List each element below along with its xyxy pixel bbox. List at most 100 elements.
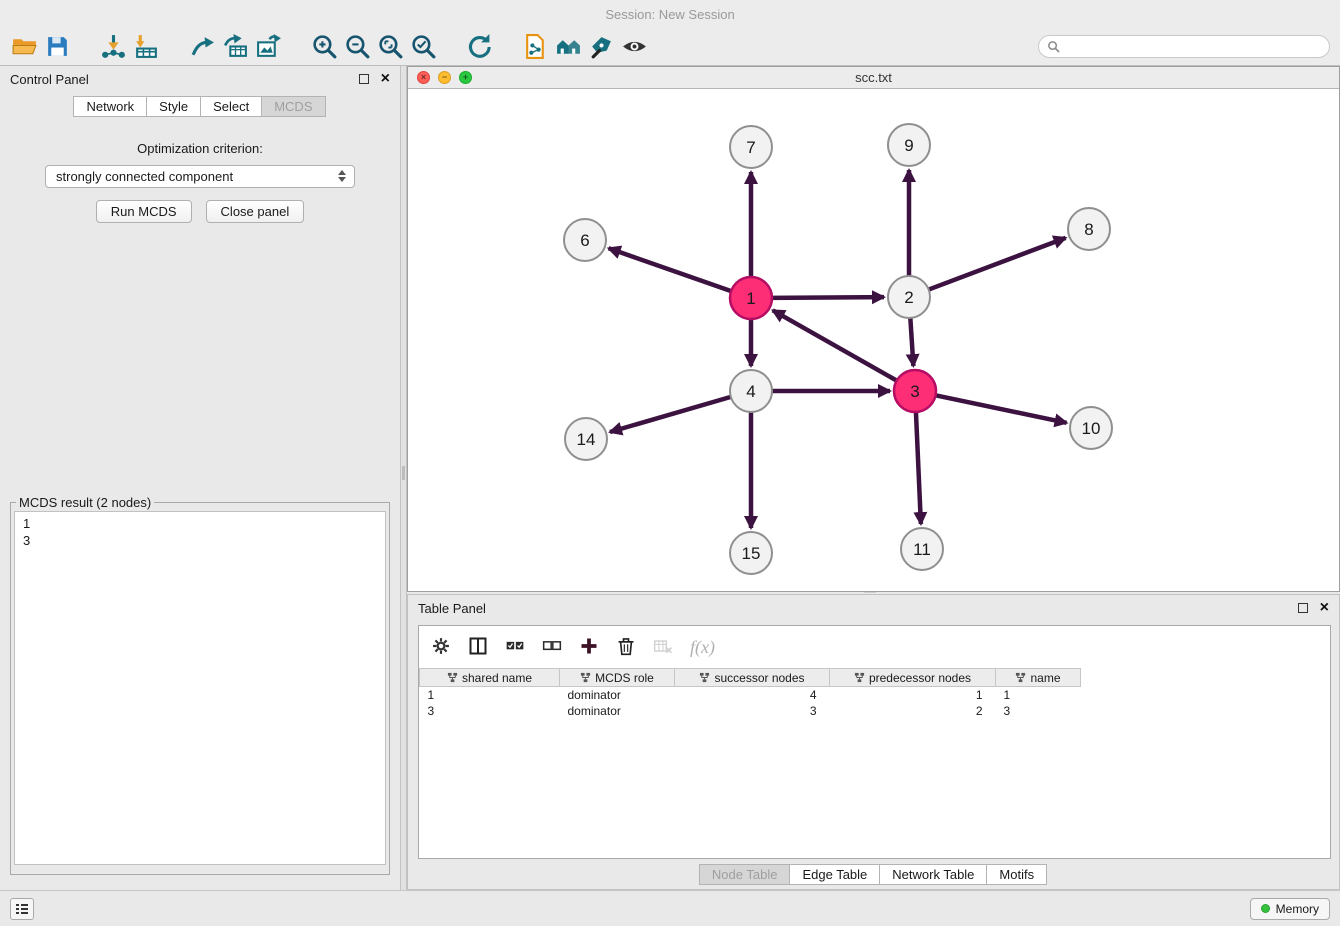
- dropdown-stepper-icon: [338, 170, 346, 182]
- gear-icon: [431, 636, 451, 656]
- home-icon: [555, 33, 582, 60]
- graph-edge-2-8[interactable]: [929, 238, 1066, 290]
- table-options-button[interactable]: [431, 636, 451, 659]
- close-table-panel-icon[interactable]: ×: [1320, 600, 1329, 616]
- table-panel: Table Panel ×: [407, 594, 1340, 890]
- table-tab-edge-table[interactable]: Edge Table: [789, 864, 880, 885]
- close-panel-button[interactable]: Close panel: [206, 200, 305, 223]
- checked-boxes-icon: [505, 636, 525, 656]
- show-columns-button[interactable]: [468, 636, 488, 659]
- import-table-button[interactable]: [130, 32, 163, 62]
- graph-node-9[interactable]: 9: [888, 124, 930, 166]
- close-window-button[interactable]: ×: [417, 71, 430, 84]
- network-window-title: scc.txt: [408, 70, 1339, 85]
- close-panel-icon[interactable]: ×: [381, 71, 390, 87]
- clone-network-button[interactable]: [519, 32, 552, 62]
- table-tab-network-table[interactable]: Network Table: [879, 864, 987, 885]
- network-window: × − + scc.txt 7 9 6 8 1 2 4 3 14 10 15 11: [407, 66, 1340, 592]
- graph-node-10[interactable]: 10: [1070, 407, 1112, 449]
- graph-node-8[interactable]: 8: [1068, 208, 1110, 250]
- graph-node-15[interactable]: 15: [730, 532, 772, 574]
- graph-node-11[interactable]: 11: [901, 528, 943, 570]
- graph-node-6[interactable]: 6: [564, 219, 606, 261]
- memory-button[interactable]: Memory: [1250, 898, 1330, 920]
- style-icon: [588, 33, 615, 60]
- tab-select[interactable]: Select: [200, 96, 262, 117]
- save-session-button[interactable]: [41, 32, 74, 62]
- table-cell: 1: [830, 687, 996, 703]
- refresh-icon: [466, 33, 493, 60]
- column-header-name[interactable]: name: [996, 669, 1081, 687]
- table-row[interactable]: 1dominator411: [420, 687, 1081, 703]
- graph-node-4[interactable]: 4: [730, 370, 772, 412]
- export-image-icon: [255, 33, 282, 60]
- deselect-all-button[interactable]: [542, 636, 562, 659]
- graph-edge-2-3[interactable]: [910, 318, 913, 366]
- delete-column-button[interactable]: [653, 636, 673, 659]
- tab-mcds[interactable]: MCDS: [261, 96, 325, 117]
- table-tab-motifs[interactable]: Motifs: [986, 864, 1047, 885]
- table-cell: 3: [420, 703, 560, 719]
- zoom-in-button[interactable]: [308, 32, 341, 62]
- trash-icon: [616, 636, 636, 656]
- unchecked-boxes-icon: [542, 636, 562, 656]
- criterion-dropdown[interactable]: strongly connected component: [45, 165, 355, 188]
- show-hide-button[interactable]: [618, 32, 651, 62]
- search-box[interactable]: [1038, 35, 1330, 58]
- graph-node-1[interactable]: 1: [730, 277, 772, 319]
- export-image-button[interactable]: [252, 32, 285, 62]
- table-cell: dominator: [560, 703, 675, 719]
- network-canvas[interactable]: 7 9 6 8 1 2 4 3 14 10 15 11: [408, 89, 1339, 591]
- panel-splitter[interactable]: [400, 66, 407, 890]
- minimize-window-button[interactable]: −: [438, 71, 451, 84]
- table-cell: 1: [996, 687, 1081, 703]
- graph-edge-3-10[interactable]: [936, 395, 1067, 423]
- new-network-button[interactable]: [186, 32, 219, 62]
- column-header-successor-nodes[interactable]: successor nodes: [675, 669, 830, 687]
- select-all-button[interactable]: [505, 636, 525, 659]
- column-header-predecessor-nodes[interactable]: predecessor nodes: [830, 669, 996, 687]
- graph-edge-3-11[interactable]: [916, 412, 921, 524]
- refresh-button[interactable]: [463, 32, 496, 62]
- task-history-button[interactable]: [10, 898, 34, 920]
- graph-edge-4-14[interactable]: [610, 397, 731, 432]
- delete-row-button[interactable]: [616, 636, 636, 659]
- search-input[interactable]: [1064, 36, 1329, 57]
- apply-style-button[interactable]: [585, 32, 618, 62]
- graph-node-7[interactable]: 7: [730, 126, 772, 168]
- tab-network[interactable]: Network: [73, 96, 147, 117]
- open-file-button[interactable]: [8, 32, 41, 62]
- import-network-button[interactable]: [97, 32, 130, 62]
- mcds-result-area[interactable]: 13: [14, 511, 386, 865]
- mcds-result-title: MCDS result (2 nodes): [16, 495, 154, 510]
- tab-style[interactable]: Style: [146, 96, 201, 117]
- zoom-selected-button[interactable]: [407, 32, 440, 62]
- graph-node-14[interactable]: 14: [565, 418, 607, 460]
- splitter-grip[interactable]: [402, 466, 405, 480]
- control-panel-title: Control Panel: [10, 72, 359, 87]
- graph-edge-1-6[interactable]: [609, 248, 732, 291]
- svg-text:6: 6: [580, 231, 589, 250]
- column-header-shared-name[interactable]: shared name: [420, 669, 560, 687]
- function-builder-button[interactable]: f(x): [690, 637, 715, 658]
- svg-text:2: 2: [904, 288, 913, 307]
- float-panel-icon[interactable]: [359, 74, 369, 84]
- graph-edge-1-2[interactable]: [772, 297, 884, 298]
- first-neighbors-button[interactable]: [552, 32, 585, 62]
- zoom-out-button[interactable]: [341, 32, 374, 62]
- table-row[interactable]: 3dominator323: [420, 703, 1081, 719]
- add-row-button[interactable]: [579, 636, 599, 659]
- new-network-from-table-button[interactable]: [219, 32, 252, 62]
- mcds-result-group: MCDS result (2 nodes) 13: [10, 495, 390, 875]
- column-header-MCDS-role[interactable]: MCDS role: [560, 669, 675, 687]
- run-mcds-button[interactable]: Run MCDS: [96, 200, 192, 223]
- status-bar: Memory: [0, 890, 1340, 926]
- float-table-panel-icon[interactable]: [1298, 603, 1308, 613]
- graph-node-3[interactable]: 3: [894, 370, 936, 412]
- table-tab-node-table[interactable]: Node Table: [699, 864, 791, 885]
- zoom-fit-button[interactable]: [374, 32, 407, 62]
- graph-node-2[interactable]: 2: [888, 276, 930, 318]
- zoom-window-button[interactable]: +: [459, 71, 472, 84]
- graph-edge-3-1[interactable]: [773, 310, 897, 380]
- zoom-out-icon: [344, 33, 371, 60]
